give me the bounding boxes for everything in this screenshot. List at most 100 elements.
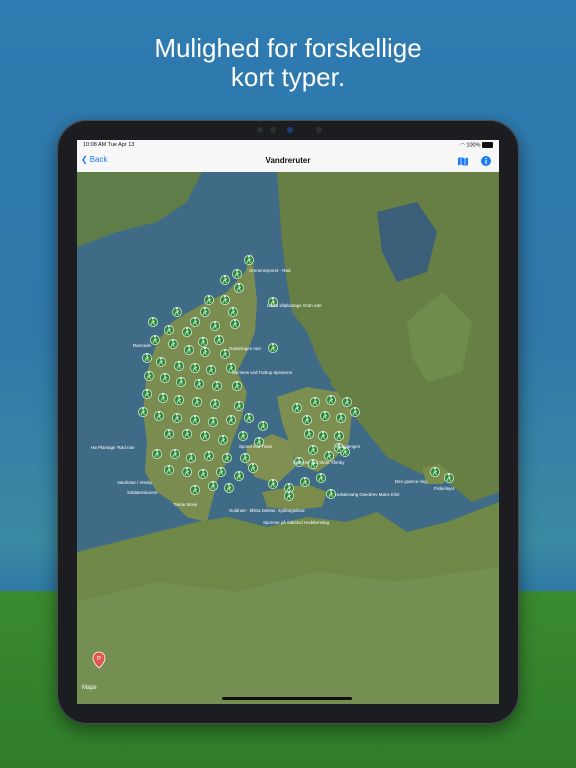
hiking-pin-marker[interactable] (198, 469, 208, 479)
hiking-pin-marker[interactable] (190, 485, 200, 495)
hiking-pin-marker[interactable] (160, 373, 170, 383)
satellite-map[interactable]: Grenenesporet - Rød Læsø klitplantage Gr… (77, 172, 499, 704)
map-label: Guldrute - Østra Dulster, Sydlangeland (229, 508, 305, 513)
hiking-pin-marker[interactable] (208, 481, 218, 491)
hiking-pin-marker[interactable] (224, 483, 234, 493)
hiking-pin-marker[interactable] (444, 473, 454, 483)
hiking-pin-marker[interactable] (218, 435, 228, 445)
hiking-pin-marker[interactable] (200, 307, 210, 317)
hiking-pin-marker[interactable] (234, 401, 244, 411)
map-label: Grenenesporet - Rød (249, 268, 291, 273)
hiking-pin-marker[interactable] (190, 317, 200, 327)
hiking-pin-marker[interactable] (156, 357, 166, 367)
hiking-pin-marker[interactable] (216, 467, 226, 477)
map-label: Strandengen (335, 444, 361, 449)
hiking-pin-marker[interactable] (342, 397, 352, 407)
hiking-pin-marker[interactable] (238, 431, 248, 441)
hiking-pin-marker[interactable] (228, 307, 238, 317)
hiking-pin-marker[interactable] (310, 397, 320, 407)
hiking-pin-marker[interactable] (268, 343, 278, 353)
hiking-pin-marker[interactable] (198, 337, 208, 347)
hiking-pin-marker[interactable] (182, 429, 192, 439)
hiking-pin-marker[interactable] (172, 307, 182, 317)
hiking-pin-marker[interactable] (212, 381, 222, 391)
battery-percent: 100% (466, 142, 481, 149)
hiking-pin-marker[interactable] (164, 429, 174, 439)
hiking-pin-marker[interactable] (284, 491, 294, 501)
hiking-pin-marker[interactable] (232, 269, 242, 279)
hiking-pin-marker[interactable] (152, 449, 162, 459)
hiking-pin-marker[interactable] (144, 371, 154, 381)
hiking-pin-marker[interactable] (138, 407, 148, 417)
hiking-pin-marker[interactable] (174, 395, 184, 405)
hiking-pin-marker[interactable] (190, 415, 200, 425)
hiking-pin-marker[interactable] (158, 393, 168, 403)
hiking-pin-marker[interactable] (170, 449, 180, 459)
hiking-pin-marker[interactable] (150, 335, 160, 345)
hiking-pin-marker[interactable] (220, 275, 230, 285)
hiking-pin-marker[interactable] (176, 377, 186, 387)
hiking-pin-marker[interactable] (318, 431, 328, 441)
hiking-pin-marker[interactable] (222, 453, 232, 463)
hiking-pin-marker[interactable] (200, 347, 210, 357)
hiking-pin-marker[interactable] (182, 327, 192, 337)
hiking-pin-marker[interactable] (148, 317, 158, 327)
hiking-pin-marker[interactable] (240, 453, 250, 463)
hiking-pin-marker[interactable] (168, 339, 178, 349)
hiking-pin-marker[interactable] (226, 415, 236, 425)
hiking-pin-marker[interactable] (186, 453, 196, 463)
hiking-pin-marker[interactable] (192, 397, 202, 407)
hiking-pin-marker[interactable] (244, 413, 254, 423)
hiking-pin-marker[interactable] (336, 413, 346, 423)
hiking-pin-marker[interactable] (184, 345, 194, 355)
hiking-pin-marker[interactable] (204, 451, 214, 461)
hiking-pin-marker[interactable] (164, 325, 174, 335)
hiking-pin-marker[interactable] (182, 467, 192, 477)
hiking-pin-marker[interactable] (292, 403, 302, 413)
map-label: Sporet ved Tissø (239, 444, 272, 449)
hiking-pin-marker[interactable] (248, 463, 258, 473)
hiking-pin-marker[interactable] (142, 353, 152, 363)
hiking-pin-marker[interactable] (316, 473, 326, 483)
map-icon[interactable] (457, 155, 469, 167)
hiking-pin-marker[interactable] (304, 429, 314, 439)
hiking-pin-marker[interactable] (208, 417, 218, 427)
hiking-pin-marker[interactable] (200, 431, 210, 441)
hiking-pin-marker[interactable] (334, 431, 344, 441)
battery-icon (482, 142, 493, 148)
hiking-pin-marker[interactable] (206, 365, 216, 375)
camera-dot (257, 127, 263, 133)
hiking-pin-marker[interactable] (430, 467, 440, 477)
hiking-pin-marker[interactable] (258, 421, 268, 431)
hiking-pin-marker[interactable] (268, 479, 278, 489)
hiking-pin-marker[interactable] (220, 295, 230, 305)
hiking-pin-marker[interactable] (300, 477, 310, 487)
hiking-pin-marker[interactable] (210, 321, 220, 331)
hiking-pin-marker[interactable] (350, 407, 360, 417)
hiking-pin-marker[interactable] (234, 471, 244, 481)
svg-text:P: P (97, 657, 101, 663)
hiking-pin-marker[interactable] (320, 411, 330, 421)
maps-attribution-text: Maps (82, 685, 97, 691)
hiking-pin-marker[interactable] (302, 415, 312, 425)
hiking-pin-marker[interactable] (174, 361, 184, 371)
hiking-pin-marker[interactable] (214, 335, 224, 345)
map-label: Vandretur i Vissby (117, 480, 153, 485)
hiking-pin-marker[interactable] (244, 255, 254, 265)
hiking-pin-marker[interactable] (234, 283, 244, 293)
hiking-pin-marker[interactable] (326, 395, 336, 405)
hiking-pin-marker[interactable] (194, 379, 204, 389)
info-icon[interactable] (480, 155, 492, 167)
hiking-pin-marker[interactable] (164, 465, 174, 475)
hiking-pin-marker[interactable] (232, 381, 242, 391)
hiking-pin-marker[interactable] (142, 389, 152, 399)
hiking-pin-marker[interactable] (204, 295, 214, 305)
hiking-pin-marker[interactable] (154, 411, 164, 421)
hiking-pin-marker[interactable] (308, 445, 318, 455)
map-label: Sporene ved Store Tårnby (293, 460, 345, 465)
headline-line1: Mulighed for forskellige (154, 33, 422, 63)
hiking-pin-marker[interactable] (230, 319, 240, 329)
hiking-pin-marker[interactable] (172, 413, 182, 423)
hiking-pin-marker[interactable] (210, 399, 220, 409)
hiking-pin-marker[interactable] (190, 363, 200, 373)
